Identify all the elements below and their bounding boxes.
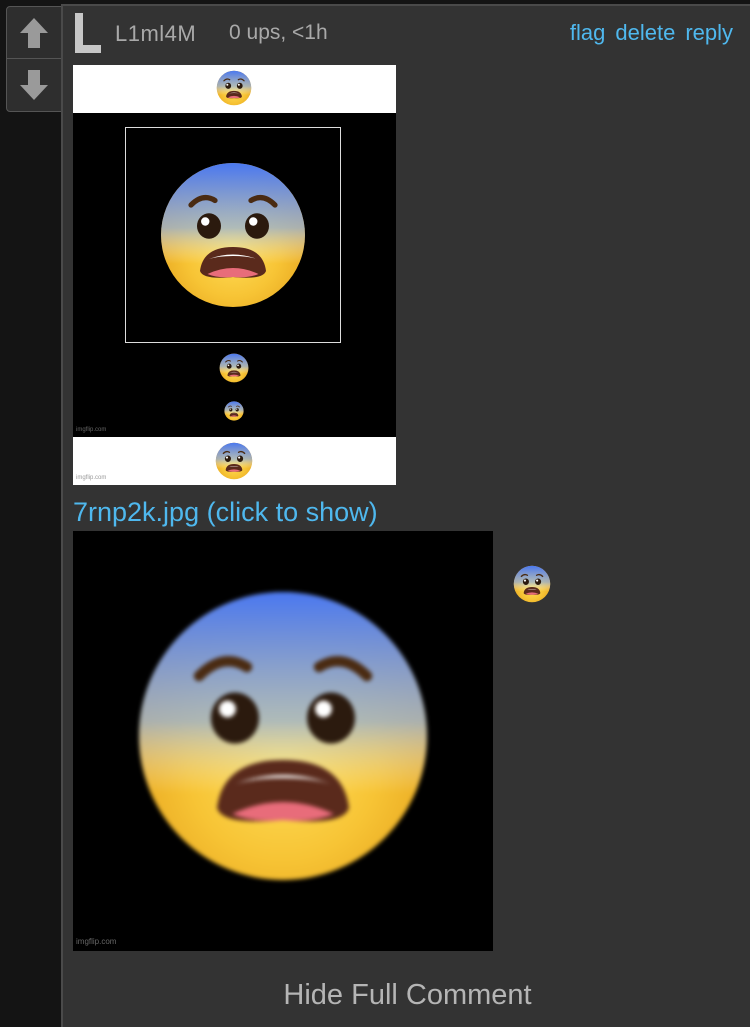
fearful-face-icon [219, 353, 249, 383]
comment: L1ml4M 0 ups, <1h flag delete reply imgf… [61, 4, 750, 1027]
delete-link[interactable]: delete [615, 20, 675, 46]
hide-full-comment-button[interactable]: Hide Full Comment [63, 979, 750, 1012]
meme-frame [125, 127, 341, 343]
meme-image[interactable]: imgflip.com imgflip.com [73, 65, 396, 485]
reply-link[interactable]: reply [685, 20, 733, 46]
fearful-face-icon [215, 442, 253, 480]
page: L1ml4M 0 ups, <1h flag delete reply imgf… [0, 0, 750, 1027]
fearful-face-icon [216, 70, 252, 106]
arrow-down-icon [20, 69, 48, 100]
avatar-letter-icon [75, 13, 101, 53]
arrow-up-icon [20, 17, 48, 48]
meme-image-large[interactable]: imgflip.com [73, 531, 493, 951]
fearful-face-icon [224, 401, 244, 421]
upvote-button[interactable] [7, 7, 61, 59]
fearful-face-icon [513, 565, 551, 603]
comment-actions: flag delete reply [570, 20, 733, 46]
meme-watermark: imgflip.com [76, 475, 107, 481]
image-link[interactable]: 7rnp2k.jpg (click to show) [73, 497, 378, 528]
meme-top-panel [73, 65, 396, 113]
meme-bottom-panel: imgflip.com [73, 437, 396, 485]
fearful-face-icon [158, 160, 308, 310]
downvote-button[interactable] [7, 59, 61, 110]
fearful-emoji [513, 565, 551, 603]
avatar[interactable] [73, 11, 105, 55]
username[interactable]: L1ml4M [115, 21, 196, 47]
comment-meta: 0 ups, <1h [229, 21, 328, 44]
vote-controls [6, 6, 62, 112]
flag-link[interactable]: flag [570, 20, 605, 46]
meme-watermark: imgflip.com [76, 937, 117, 946]
fearful-face-icon [133, 586, 433, 886]
meme-watermark: imgflip.com [76, 427, 107, 433]
